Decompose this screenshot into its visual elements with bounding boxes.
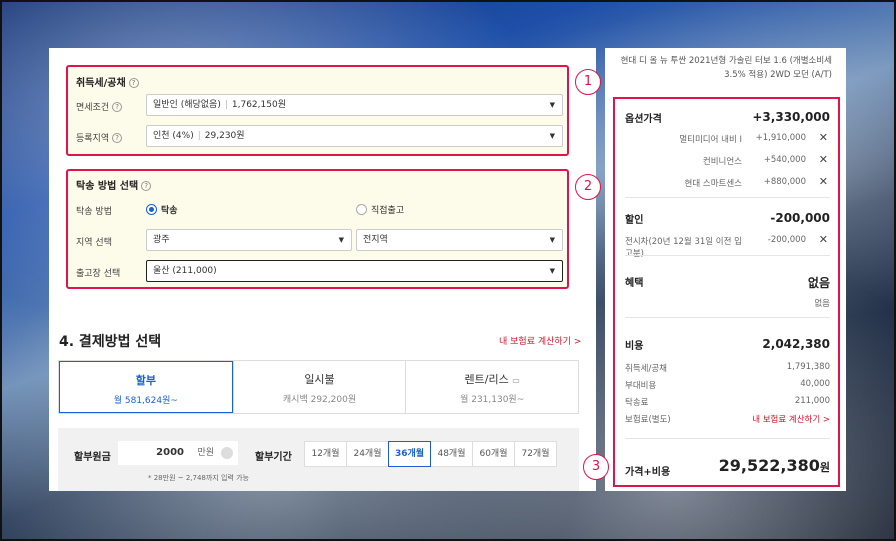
close-icon[interactable]: ✕ xyxy=(819,131,828,144)
tab-label: 할부 xyxy=(135,374,156,387)
radio-delivery[interactable]: 탁송 xyxy=(146,203,178,216)
region-select[interactable]: 인천 (4%) | 29,230원 ▼ xyxy=(146,125,563,147)
acquisition-tax-section: 취득세/공채? 면세조건? 일반인 (해당없음) | 1,762,150원 ▼ 등록… xyxy=(66,65,569,156)
area-district-select[interactable]: 전지역 ▼ xyxy=(356,229,563,251)
summary-panel: 현대 디 올 뉴 투싼 2021년형 가솔린 터보 1.6 (개별소비세 3.5… xyxy=(605,48,846,491)
area-label: 지역 선택 xyxy=(76,238,112,248)
help-icon[interactable]: ? xyxy=(128,78,139,88)
help-icon[interactable]: ? xyxy=(141,181,152,191)
principal-note: * 28만원 ~ 2,748까지 입력 가능 xyxy=(148,474,249,482)
car-line-1: 현대 디 올 뉴 투싼 2021년형 가솔린 터보 1.6 (개별소비세 xyxy=(620,56,832,66)
tab-installment[interactable]: 할부 월 581,624원~ xyxy=(59,361,233,413)
chevron-down-icon: ▼ xyxy=(549,101,555,109)
period-label: 할부기간 xyxy=(255,452,292,463)
tab-lump-sum[interactable]: 일시불 캐시백 292,200원 xyxy=(232,361,406,413)
annotation-badge-1: 1 xyxy=(575,69,601,95)
insurance-calc-link[interactable]: 내 보험료 계산하기 > xyxy=(499,334,581,347)
annotation-badge-2: 2 xyxy=(575,174,601,200)
total-label: 가격+비용 xyxy=(625,467,671,478)
chevron-down-icon: ▼ xyxy=(338,236,344,244)
exemption-label: 면세조건? xyxy=(76,100,123,113)
divider xyxy=(625,255,830,256)
options-panel: 취득세/공채? 면세조건? 일반인 (해당없음) | 1,762,150원 ▼ 등록… xyxy=(49,48,601,491)
tab-sub: 캐시백 292,200원 xyxy=(282,395,357,405)
acquisition-tax-title: 취득세/공채? xyxy=(76,74,139,89)
tab-label: 일시불 xyxy=(304,373,335,386)
delivery-title: 탁송 방법 선택? xyxy=(76,177,152,192)
close-icon[interactable]: ✕ xyxy=(819,233,828,246)
area-city-select[interactable]: 광주 ▼ xyxy=(146,229,352,251)
month-option-48[interactable]: 48개월 xyxy=(430,441,473,467)
principal-label: 할부원금 xyxy=(74,452,111,463)
radio-unchecked-icon xyxy=(356,204,367,215)
help-icon[interactable]: ? xyxy=(112,102,123,112)
divider xyxy=(625,438,830,439)
total-price: 29,522,380원 xyxy=(718,456,830,475)
price-summary: 옵션가격 +3,330,000 멀티미디어 내비 I +1,910,000 ✕ 컨비니… xyxy=(613,97,840,487)
depot-select[interactable]: 울산 (211,000) ▼ xyxy=(146,260,563,282)
principal-input[interactable]: 2000 만원 xyxy=(118,441,238,465)
tab-sub: 월 581,624원~ xyxy=(113,396,178,406)
close-icon[interactable]: ✕ xyxy=(819,153,828,166)
help-icon[interactable]: ? xyxy=(112,133,123,143)
radio-checked-icon xyxy=(146,204,157,215)
chevron-down-icon: ▼ xyxy=(549,267,555,275)
close-icon[interactable]: ✕ xyxy=(819,175,828,188)
delivery-method-label: 탁송 방법 xyxy=(76,207,112,217)
depot-label: 출고장 선택 xyxy=(76,269,121,279)
payment-tabs: 할부 월 581,624원~ 일시불 캐시백 292,200원 렌트/리스 ▭ … xyxy=(58,360,579,414)
period-options: 12개월 24개월 36개월 48개월 60개월 72개월 xyxy=(304,441,557,467)
divider xyxy=(625,317,830,318)
car-description: 현대 디 올 뉴 투싼 2021년형 가솔린 터보 1.6 (개별소비세 3.5… xyxy=(612,54,832,82)
tab-label: 렌트/리스 ▭ xyxy=(464,373,520,386)
month-option-24[interactable]: 24개월 xyxy=(346,441,389,467)
tab-rent-lease[interactable]: 렌트/리스 ▭ 월 231,130원~ xyxy=(405,361,578,413)
exemption-select[interactable]: 일반인 (해당없음) | 1,762,150원 ▼ xyxy=(146,94,563,116)
annotation-badge-3: 3 xyxy=(583,454,609,480)
car-line-2: 3.5% 적용) 2WD 모던 (A/T) xyxy=(724,70,832,80)
chat-icon: ▭ xyxy=(512,376,520,385)
chevron-down-icon: ▼ xyxy=(549,132,555,140)
month-option-12[interactable]: 12개월 xyxy=(304,441,347,467)
chevron-down-icon: ▼ xyxy=(549,236,555,244)
month-option-36[interactable]: 36개월 xyxy=(388,441,431,467)
clear-icon[interactable] xyxy=(221,447,233,459)
installment-panel: 할부원금 2000 만원 할부기간 12개월 24개월 36개월 48개월 60… xyxy=(58,428,579,491)
divider xyxy=(625,197,830,198)
radio-pickup[interactable]: 직접출고 xyxy=(356,203,404,216)
payment-title: 4. 결제방법 선택 xyxy=(59,334,162,350)
month-option-72[interactable]: 72개월 xyxy=(514,441,557,467)
tab-sub: 월 231,130원~ xyxy=(460,395,525,405)
region-label: 등록지역? xyxy=(76,131,123,144)
insurance-calc-link-right[interactable]: 내 보험료 계산하기 > xyxy=(752,413,830,425)
month-option-60[interactable]: 60개월 xyxy=(472,441,515,467)
delivery-section: 탁송 방법 선택? 탁송 방법 탁송 직접출고 지역 선택 광주 ▼ 전지역 ▼… xyxy=(66,169,569,289)
